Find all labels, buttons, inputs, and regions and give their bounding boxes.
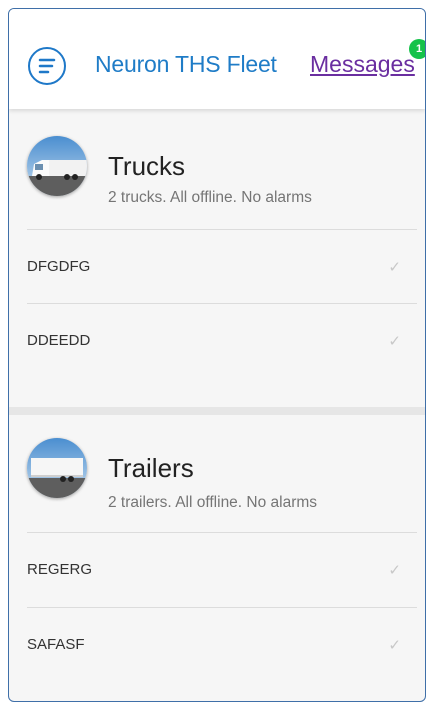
app-title: Neuron THS Fleet [95, 51, 277, 77]
trailers-header[interactable]: Trailers 2 trailers. All offline. No ala… [9, 415, 425, 535]
messages-badge: 1 [409, 39, 425, 59]
trailers-title: Trailers [108, 453, 194, 483]
app-header: Neuron THS Fleet Messages 1 [9, 9, 425, 109]
app-frame: Neuron THS Fleet Messages 1 Trucks 2 tru… [8, 8, 426, 702]
trailer-icon [27, 438, 87, 498]
check-icon: ✓ [388, 637, 401, 654]
check-icon: ✓ [388, 562, 401, 579]
trailers-subtitle: 2 trailers. All offline. No alarms [108, 494, 318, 511]
menu-lines-icon [38, 58, 56, 74]
list-item[interactable]: SAFASF ✓ [27, 607, 417, 681]
menu-button[interactable] [28, 47, 66, 85]
section-divider [9, 407, 425, 415]
check-icon: ✓ [388, 333, 401, 350]
messages-link[interactable]: Messages [310, 51, 415, 78]
trucks-section: Trucks 2 trucks. All offline. No alarms [9, 109, 425, 229]
truck-icon [27, 136, 87, 196]
list-item-label: SAFASF [27, 636, 85, 653]
trucks-subtitle: 2 trucks. All offline. No alarms [108, 189, 312, 206]
list-item[interactable]: DFGDFG ✓ [27, 229, 417, 303]
list-item[interactable]: REGERG ✓ [27, 532, 417, 606]
list-item[interactable]: DDEEDD ✓ [27, 303, 417, 377]
trailers-section: Trailers 2 trailers. All offline. No ala… [9, 415, 425, 535]
list-item-label: DDEEDD [27, 332, 91, 349]
check-icon: ✓ [388, 259, 401, 276]
trucks-title: Trucks [108, 151, 186, 181]
list-item-label: REGERG [27, 561, 93, 578]
list-item-label: DFGDFG [27, 258, 91, 275]
trucks-header[interactable]: Trucks 2 trucks. All offline. No alarms [9, 109, 425, 229]
